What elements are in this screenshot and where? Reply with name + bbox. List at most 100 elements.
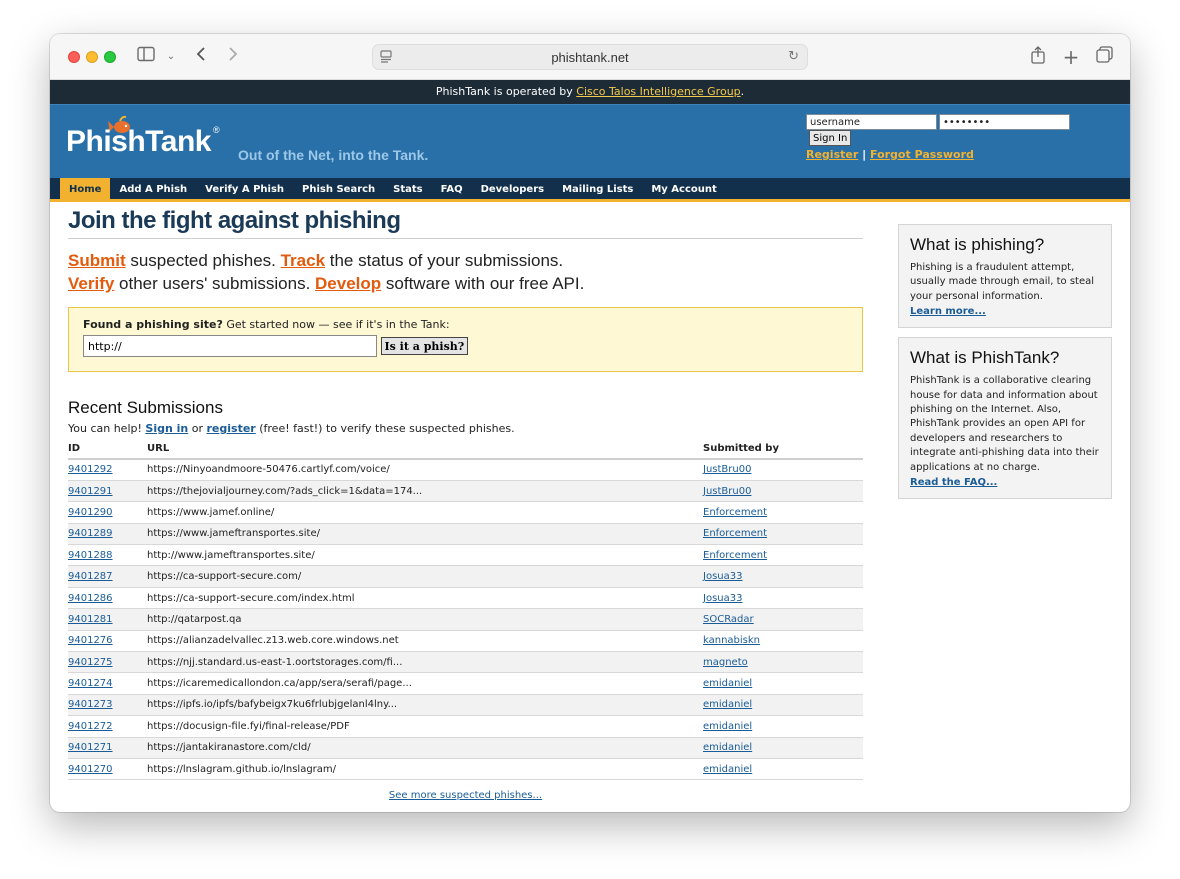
intro-text: Submit suspected phishes. Track the stat… <box>68 249 863 295</box>
submitter-link[interactable]: emidaniel <box>703 699 752 710</box>
phish-url-input[interactable] <box>83 335 377 357</box>
help-prefix: You can help! <box>68 422 146 435</box>
nav-developers[interactable]: Developers <box>472 178 554 199</box>
what-is-phishtank-title: What is PhishTank? <box>910 348 1060 368</box>
submitter-link[interactable]: Enforcement <box>703 528 767 539</box>
username-input[interactable] <box>806 114 937 130</box>
submitter-link[interactable]: emidaniel <box>703 764 752 775</box>
close-window-button[interactable] <box>68 51 80 63</box>
phish-id-link[interactable]: 9401292 <box>68 464 113 475</box>
sidebar-toggle-icon[interactable] <box>136 46 156 68</box>
phish-id-link[interactable]: 9401288 <box>68 550 113 561</box>
cell-submitted-by: Josua33 <box>703 587 863 610</box>
phish-id-link[interactable]: 9401281 <box>68 614 113 625</box>
cell-id: 9401289 <box>68 523 147 546</box>
submitter-link[interactable]: emidaniel <box>703 721 752 732</box>
help-suffix: (free! fast!) to verify these suspected … <box>255 422 515 435</box>
forward-arrow-icon[interactable] <box>224 46 242 68</box>
address-bar[interactable]: phishtank.net ↻ <box>372 44 808 70</box>
phish-id-link[interactable]: 9401289 <box>68 528 113 539</box>
submitter-link[interactable]: Josua33 <box>703 571 742 582</box>
back-arrow-icon[interactable] <box>192 46 210 68</box>
new-tab-icon[interactable]: + <box>1062 46 1080 68</box>
submitter-link[interactable]: magneto <box>703 657 748 668</box>
nav-add-a-phish[interactable]: Add A Phish <box>110 178 196 199</box>
nav-home[interactable]: Home <box>60 178 111 199</box>
cell-url: http://www.jameftransportes.site/ <box>147 544 703 567</box>
tabs-overview-icon[interactable] <box>1094 46 1114 68</box>
submitter-link[interactable]: Enforcement <box>703 550 767 561</box>
submit-link[interactable]: Submit <box>68 251 126 270</box>
verify-link[interactable]: Verify <box>68 274 114 293</box>
phish-id-link[interactable]: 9401274 <box>68 678 113 689</box>
phish-id-link[interactable]: 9401276 <box>68 635 113 646</box>
cell-submitted-by: Josua33 <box>703 565 863 588</box>
cell-url: https://docusign-file.fyi/final-release/… <box>147 715 703 738</box>
register-inline-link[interactable]: register <box>207 422 256 435</box>
cisco-talos-link[interactable]: Cisco Talos Intelligence Group <box>576 85 740 98</box>
login-links: Register | Forgot Password <box>806 148 1112 161</box>
cell-url: https://lnslagram.github.io/lnslagram/ <box>147 758 703 781</box>
column-header-submitted-by: Submitted by <box>703 439 863 460</box>
submitter-link[interactable]: Enforcement <box>703 507 767 518</box>
verify-text: other users' submissions. <box>114 274 316 293</box>
register-link[interactable]: Register <box>806 148 858 161</box>
phish-id-link[interactable]: 9401271 <box>68 742 113 753</box>
phish-id-link[interactable]: 9401291 <box>68 486 113 497</box>
nav-my-account[interactable]: My Account <box>642 178 725 199</box>
cell-submitted-by: Enforcement <box>703 523 863 546</box>
nav-faq[interactable]: FAQ <box>432 178 472 199</box>
phish-id-link[interactable]: 9401273 <box>68 699 113 710</box>
learn-more-link[interactable]: Learn more... <box>910 306 986 317</box>
reload-icon[interactable]: ↻ <box>788 49 799 64</box>
cell-id: 9401281 <box>68 608 147 631</box>
table-row: 9401272 https://docusign-file.fyi/final-r… <box>68 715 863 738</box>
forgot-password-link[interactable]: Forgot Password <box>870 148 974 161</box>
phish-id-link[interactable]: 9401290 <box>68 507 113 518</box>
site-tagline: Out of the Net, into the Tank. <box>238 147 429 163</box>
table-header-row: ID URL Submitted by <box>68 439 863 460</box>
main-nav: Home Add A Phish Verify A Phish Phish Se… <box>50 178 1130 202</box>
develop-link[interactable]: Develop <box>315 274 381 293</box>
phish-id-link[interactable]: 9401275 <box>68 657 113 668</box>
submitter-link[interactable]: JustBru00 <box>703 486 751 497</box>
cell-url: https://www.jamef.online/ <box>147 501 703 524</box>
nav-stats[interactable]: Stats <box>384 178 431 199</box>
submitter-link[interactable]: Josua33 <box>703 593 742 604</box>
column-header-id: ID <box>68 439 147 460</box>
cell-id: 9401273 <box>68 694 147 717</box>
table-row: 9401270 https://lnslagram.github.io/lnsla… <box>68 758 863 781</box>
table-body: 9401292 https://Ninyoandmoore-50476.cartl… <box>68 459 863 781</box>
nav-phish-search[interactable]: Phish Search <box>293 178 384 199</box>
submitter-link[interactable]: emidaniel <box>703 678 752 689</box>
submitter-link[interactable]: kannabiskn <box>703 635 760 646</box>
cell-url: https://Ninyoandmoore-50476.cartlyf.com/… <box>147 459 703 481</box>
nav-mailing-lists[interactable]: Mailing Lists <box>553 178 642 199</box>
phish-id-link[interactable]: 9401270 <box>68 764 113 775</box>
cell-url: https://alianzadelvallec.z13.web.core.wi… <box>147 630 703 653</box>
sign-in-button[interactable]: Sign In <box>809 130 852 146</box>
nav-verify-a-phish[interactable]: Verify A Phish <box>196 178 293 199</box>
sign-in-link[interactable]: Sign in <box>145 422 188 435</box>
submitter-link[interactable]: JustBru00 <box>703 464 751 475</box>
read-faq-link[interactable]: Read the FAQ... <box>910 477 997 488</box>
sidebar: What is phishing? Phishing is a fraudule… <box>898 224 1112 508</box>
phish-id-link[interactable]: 9401287 <box>68 571 113 582</box>
page-title: Join the fight against phishing <box>68 207 863 239</box>
site-logo[interactable]: PhishTank ® <box>66 125 220 159</box>
phish-id-link[interactable]: 9401272 <box>68 721 113 732</box>
chevron-down-icon[interactable]: ⌄ <box>164 46 178 68</box>
password-input[interactable] <box>939 114 1070 130</box>
submitter-link[interactable]: emidaniel <box>703 742 752 753</box>
phish-id-link[interactable]: 9401286 <box>68 593 113 604</box>
minimize-window-button[interactable] <box>86 51 98 63</box>
address-url: phishtank.net <box>551 50 629 65</box>
submitter-link[interactable]: SOCRadar <box>703 614 754 625</box>
zoom-window-button[interactable] <box>104 51 116 63</box>
is-it-a-phish-button[interactable]: Is it a phish? <box>380 337 469 355</box>
see-more-link[interactable]: See more suspected phishes... <box>389 790 542 801</box>
cell-url: https://ipfs.io/ipfs/bafybeigx7ku6frlubj… <box>147 694 703 717</box>
cell-submitted-by: kannabiskn <box>703 630 863 653</box>
track-link[interactable]: Track <box>281 251 325 270</box>
share-icon[interactable] <box>1028 46 1048 68</box>
